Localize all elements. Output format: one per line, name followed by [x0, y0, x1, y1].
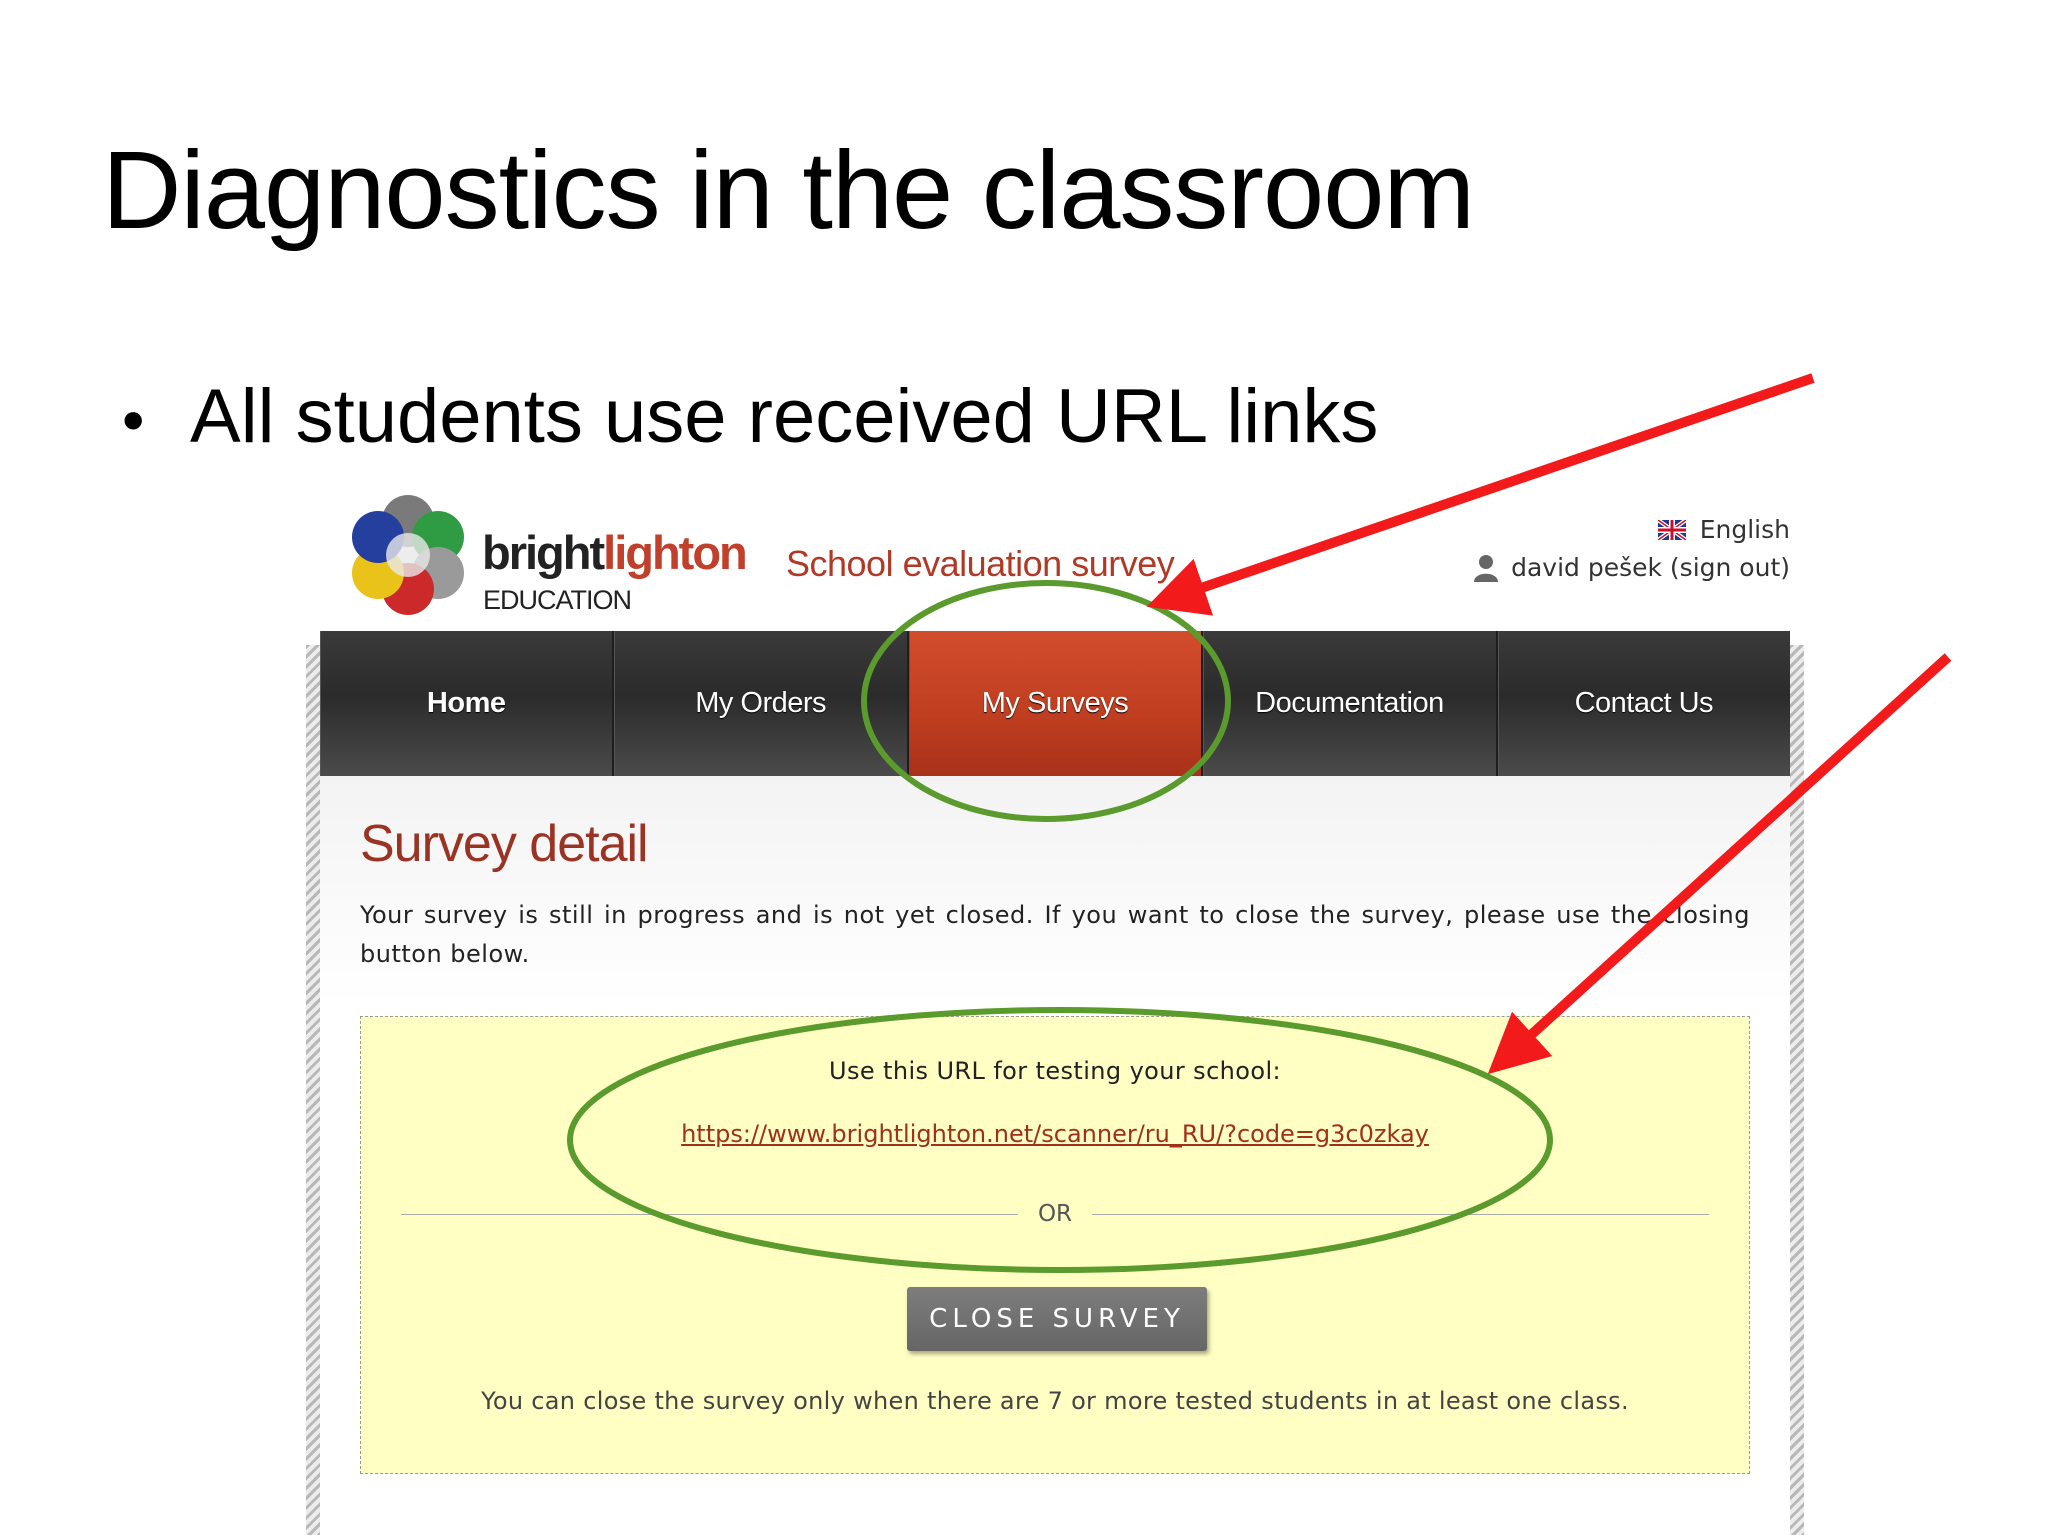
nav-my-orders[interactable]: My Orders	[614, 631, 909, 776]
user-label[interactable]: david pešek (sign out)	[1511, 553, 1790, 582]
page-border-left	[306, 645, 320, 1535]
slide-bullet: • All students use received URL links	[122, 375, 1378, 459]
user-account[interactable]: david pešek (sign out)	[1473, 553, 1790, 582]
site-header: brightlighton EDUCATION School evaluatio…	[300, 485, 1810, 630]
or-divider: OR	[401, 1201, 1709, 1227]
brand-wordmark[interactable]: brightlighton	[482, 525, 748, 580]
divider-line-left	[401, 1213, 1018, 1215]
bullet-text: All students use received URL links	[190, 374, 1379, 459]
survey-status-text: Your survey is still in progress and is …	[360, 901, 1750, 968]
website-screenshot: brightlighton EDUCATION School evaluatio…	[300, 485, 1810, 1535]
survey-url-box: Use this URL for testing your school: ht…	[360, 1016, 1750, 1474]
brand-prefix: bright	[482, 526, 605, 579]
close-survey-button[interactable]: CLOSE SURVEY	[907, 1287, 1207, 1351]
nav-my-surveys[interactable]: My Surveys	[908, 631, 1204, 776]
or-label: OR	[1037, 1201, 1073, 1227]
nav-home[interactable]: Home	[320, 631, 615, 776]
close-survey-note: You can close the survey only when there…	[481, 1387, 1629, 1415]
url-caption: Use this URL for testing your school:	[828, 1057, 1281, 1085]
slide-title: Diagnostics in the classroom	[102, 129, 1475, 252]
app-name: School evaluation survey	[786, 543, 1175, 584]
language-selector[interactable]: English	[1657, 515, 1790, 544]
main-navigation: Home My Orders My Surveys Documentation …	[320, 631, 1790, 776]
user-icon	[1474, 554, 1499, 582]
survey-url-link[interactable]: https://www.brightlighton.net/scanner/ru…	[361, 1120, 1749, 1148]
bullet-dot: •	[122, 384, 145, 456]
logo-flower-icon	[352, 495, 464, 615]
language-label: English	[1699, 515, 1790, 544]
uk-flag-icon	[1657, 519, 1686, 540]
page-heading: Survey detail	[360, 815, 649, 873]
nav-documentation[interactable]: Documentation	[1203, 631, 1498, 776]
survey-detail-panel: Survey detail Your survey is still in pr…	[320, 776, 1790, 1535]
nav-contact-us[interactable]: Contact Us	[1498, 631, 1790, 776]
brand-accent: lighton	[603, 526, 748, 579]
divider-line-right	[1092, 1213, 1709, 1215]
page-border-right	[1790, 645, 1804, 1535]
brand-subtitle: EDUCATION	[483, 585, 632, 615]
